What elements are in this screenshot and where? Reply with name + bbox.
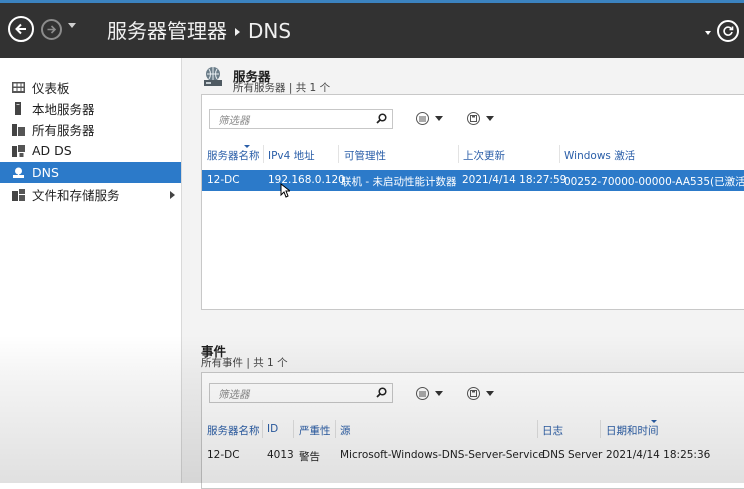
title-accent-line xyxy=(0,0,744,3)
column-header-date-time[interactable]: 日期和时间 xyxy=(606,423,659,438)
cell-source: Microsoft-Windows-DNS-Server-Service xyxy=(340,449,545,461)
sidebar-item-label: 本地服务器 xyxy=(32,102,95,117)
servers-subtitle: 所有服务器 | 共 1 个 xyxy=(233,82,331,94)
chevron-down-icon xyxy=(486,391,494,396)
chevron-down-icon xyxy=(435,391,443,396)
breadcrumb: 服务器管理器 DNS xyxy=(107,18,291,44)
column-header-id[interactable]: ID xyxy=(267,423,278,435)
sidebar-item-label: DNS xyxy=(32,165,59,180)
cell-manageability: 联机 - 未启动性能计数器 xyxy=(341,176,457,188)
column-header-server-name[interactable]: 服务器名称 xyxy=(207,423,260,438)
column-divider[interactable] xyxy=(293,420,294,438)
sidebar-item-file-storage[interactable]: 文件和存储服务 xyxy=(0,184,181,205)
column-divider[interactable] xyxy=(458,145,459,163)
sidebar-item-dashboard[interactable]: 仪表板 xyxy=(0,77,181,98)
back-arrow-icon[interactable] xyxy=(8,16,34,42)
sort-indicator-icon xyxy=(651,420,657,423)
table-row[interactable]: 12-DC 4013 警告 Microsoft-Windows-DNS-Serv… xyxy=(202,443,744,465)
column-header-ipv4[interactable]: IPv4 地址 xyxy=(268,148,315,163)
title-bar: 服务器管理器 DNS xyxy=(0,0,744,58)
ad-ds-icon xyxy=(11,144,25,157)
column-header-manageability[interactable]: 可管理性 xyxy=(344,148,386,163)
refresh-dropdown-icon[interactable] xyxy=(705,31,711,35)
column-divider[interactable] xyxy=(537,420,538,438)
search-icon[interactable] xyxy=(376,113,387,127)
server-section-icon xyxy=(202,66,224,91)
sidebar: 仪表板 本地服务器 所有服务器 AD DS DNS 文件和存储服务 xyxy=(0,58,182,483)
breadcrumb-separator-icon xyxy=(235,27,240,36)
sidebar-item-label: 仪表板 xyxy=(32,81,70,96)
cell-last-update: 2021/4/14 18:27:59 xyxy=(462,174,567,186)
column-divider[interactable] xyxy=(335,420,336,438)
search-icon[interactable] xyxy=(376,387,387,401)
sidebar-item-label: AD DS xyxy=(32,143,72,158)
cell-windows-activation: 00252-70000-00000-AA535(已激活) xyxy=(564,176,744,188)
column-divider[interactable] xyxy=(262,420,263,438)
save-query-dropdown[interactable] xyxy=(467,387,494,400)
sidebar-item-label: 文件和存储服务 xyxy=(32,188,120,203)
query-options-dropdown[interactable] xyxy=(416,112,443,125)
servers-filter-input[interactable]: 筛选器 xyxy=(209,109,393,129)
query-options-dropdown[interactable] xyxy=(416,387,443,400)
cell-severity: 警告 xyxy=(299,451,320,463)
column-header-last-update[interactable]: 上次更新 xyxy=(463,148,505,163)
chevron-down-icon xyxy=(486,116,494,121)
all-servers-icon xyxy=(11,123,25,136)
mouse-cursor-icon xyxy=(280,182,292,201)
sidebar-item-local-server[interactable]: 本地服务器 xyxy=(0,98,181,119)
cell-id: 4013 xyxy=(267,449,294,461)
servers-panel: 筛选器 服务器名称 IPv4 地址 可管理性 上次更新 Windows 激活 1… xyxy=(201,94,744,310)
column-divider[interactable] xyxy=(263,145,264,163)
column-header-server-name[interactable]: 服务器名称 xyxy=(207,148,260,163)
filter-placeholder: 筛选器 xyxy=(218,115,250,127)
events-filter-input[interactable]: 筛选器 xyxy=(209,383,393,403)
sidebar-item-dns[interactable]: DNS xyxy=(0,162,181,183)
file-storage-icon xyxy=(11,188,25,201)
cell-server-name: 12-DC xyxy=(207,449,240,461)
submenu-arrow-icon[interactable] xyxy=(170,191,175,199)
forward-arrow-icon[interactable] xyxy=(41,19,62,40)
events-panel: 筛选器 服务器名称 ID 严重性 源 日志 日期和时间 12-DC 4013 警… xyxy=(201,372,744,489)
sidebar-item-label: 所有服务器 xyxy=(32,123,95,138)
column-header-windows-activation[interactable]: Windows 激活 xyxy=(564,148,635,163)
cell-log: DNS Server xyxy=(542,449,603,461)
save-icon xyxy=(467,112,480,125)
sort-indicator-icon xyxy=(244,145,250,148)
save-query-dropdown[interactable] xyxy=(467,112,494,125)
breadcrumb-current: DNS xyxy=(248,19,292,43)
column-header-severity[interactable]: 严重性 xyxy=(299,423,331,438)
sidebar-item-all-servers[interactable]: 所有服务器 xyxy=(0,119,181,140)
local-server-icon xyxy=(11,102,25,115)
column-header-source[interactable]: 源 xyxy=(340,423,351,438)
dns-icon xyxy=(11,167,25,179)
sidebar-item-ad-ds[interactable]: AD DS xyxy=(0,140,181,161)
column-divider[interactable] xyxy=(338,145,339,163)
filter-placeholder: 筛选器 xyxy=(218,389,250,401)
refresh-icon[interactable] xyxy=(717,20,739,42)
cell-date-time: 2021/4/14 18:25:36 xyxy=(606,449,711,461)
events-subtitle: 所有事件 | 共 1 个 xyxy=(201,357,288,369)
history-dropdown-icon[interactable] xyxy=(68,23,76,28)
dashboard-icon xyxy=(11,82,25,94)
main-content: 服务器 所有服务器 | 共 1 个 筛选器 服务器名称 IPv4 地址 可管理性… xyxy=(182,58,744,489)
column-header-log[interactable]: 日志 xyxy=(542,423,563,438)
save-icon xyxy=(467,387,480,400)
chevron-down-icon xyxy=(435,116,443,121)
list-options-icon xyxy=(416,387,429,400)
cell-server-name: 12-DC xyxy=(207,174,240,186)
column-divider[interactable] xyxy=(600,420,601,438)
list-options-icon xyxy=(416,112,429,125)
breadcrumb-root[interactable]: 服务器管理器 xyxy=(107,19,227,43)
column-divider[interactable] xyxy=(559,145,560,163)
